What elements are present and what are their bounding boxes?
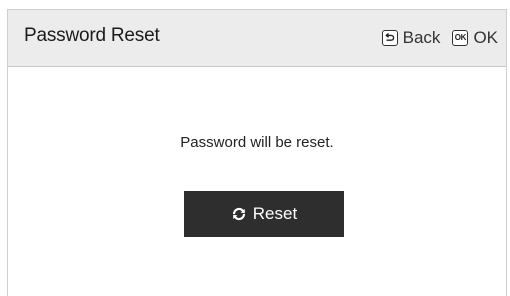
dialog-title: Password Reset	[24, 25, 160, 46]
password-reset-dialog: Password Reset Back OK OK Password will …	[7, 9, 507, 296]
back-label: Back	[402, 28, 441, 47]
dialog-header: Password Reset Back OK OK	[8, 10, 506, 67]
back-action[interactable]: Back	[381, 28, 441, 48]
ok-label: OK	[473, 28, 498, 47]
ok-key-icon: OK	[452, 30, 469, 46]
ok-key-text: OK	[454, 33, 467, 42]
reset-button-label: Reset	[252, 204, 298, 223]
header-actions: Back OK OK	[381, 25, 498, 51]
back-key-icon	[381, 30, 398, 46]
reset-button[interactable]: Reset	[184, 191, 344, 237]
ok-action[interactable]: OK OK	[452, 28, 498, 48]
refresh-icon	[231, 206, 247, 222]
reset-message: Password will be reset.	[180, 134, 334, 151]
